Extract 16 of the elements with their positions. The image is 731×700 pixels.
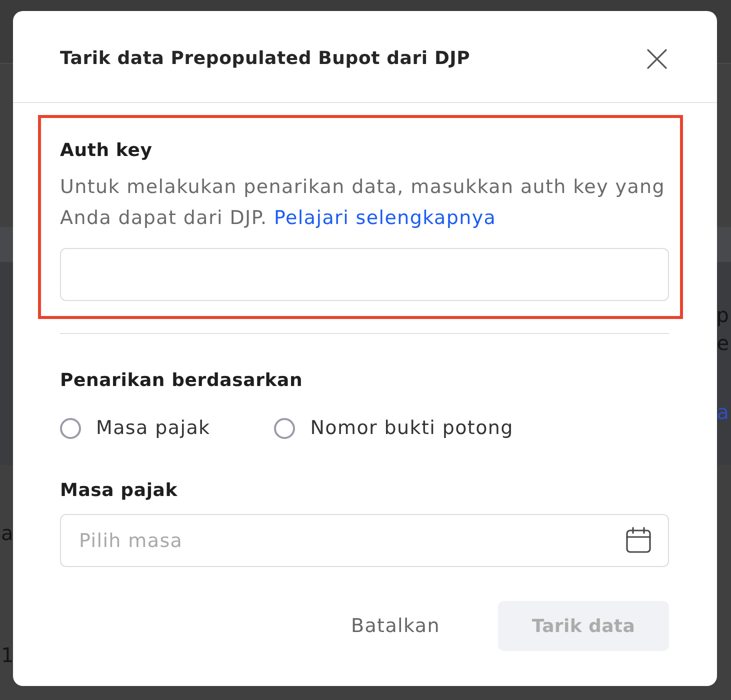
radio-button[interactable] [274,418,296,438]
date-picker-field[interactable]: Pilih masa [60,514,669,567]
auth-key-input[interactable] [60,248,669,301]
radio-label[interactable]: Nomor bukti potong [310,417,514,439]
calendar-icon[interactable] [626,527,651,553]
dialog-title: Tarik data Prepopulated Bupot dari DJP [60,48,470,69]
background-text: a [716,400,729,424]
field-label: Masa pajak [60,479,179,503]
cancel-button[interactable]: Batalkan [330,601,460,651]
radio-button[interactable] [60,418,81,438]
close-icon[interactable] [647,48,667,68]
auth-key-description: Untuk melakukan penarikan data, masukkan auth key yang Anda dapat dari DJP. Pelajari selengkapnya [60,175,666,231]
section-label: Penarikan berdasarkan [60,369,304,393]
radio-label[interactable]: Masa pajak [96,417,210,439]
field-label: Auth key [60,139,154,163]
learn-more-link[interactable]: Pelajari selengkapnya [274,207,496,229]
